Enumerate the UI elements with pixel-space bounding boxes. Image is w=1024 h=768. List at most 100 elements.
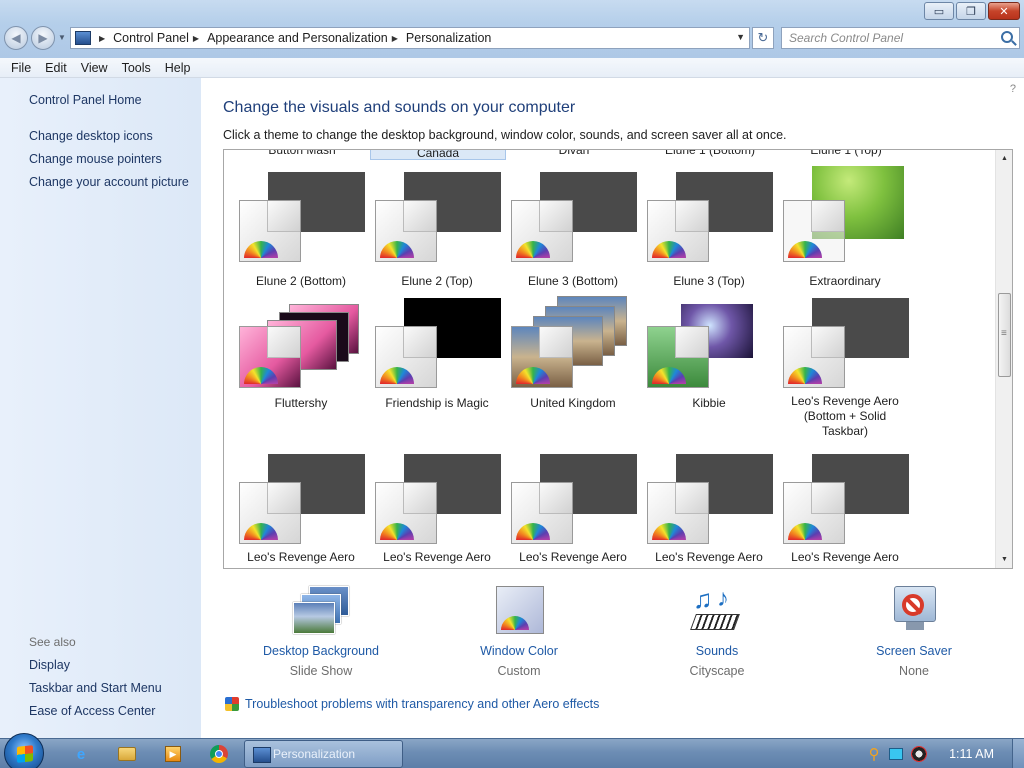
theme-item[interactable]: Leo's Revenge Aero [239, 454, 375, 568]
color-wheel-icon [788, 241, 822, 258]
taskbar-personalization[interactable]: Personalization [244, 740, 403, 768]
change-desktop-icons-link[interactable]: Change desktop icons [29, 129, 153, 143]
chevron-right-icon[interactable]: ▶ [392, 34, 398, 43]
sounds-item[interactable]: ♫ ♪ Sounds Cityscape [652, 586, 782, 679]
breadcrumb-personalization[interactable]: Personalization [406, 31, 491, 45]
theme-item[interactable]: Leo's Revenge Aero [375, 454, 511, 568]
theme-label: Leo's Revenge Aero [655, 550, 763, 564]
theme-item[interactable]: Elune 2 (Bottom) [239, 172, 375, 292]
theme-window-preview [647, 326, 709, 388]
start-button[interactable] [4, 733, 44, 768]
taskbar: e ▶ Personalization ⚲ 1:11 AM [0, 733, 1024, 768]
color-wheel-icon [244, 367, 278, 384]
theme-item[interactable]: Kibbie [647, 296, 783, 416]
color-wheel-icon [244, 241, 278, 258]
theme-list[interactable]: Button Mash Canada Divan Elune 1 (Bottom… [223, 149, 1013, 569]
desktop-background-link[interactable]: Desktop Background [256, 644, 386, 658]
theme-label: Leo's Revenge Aero [519, 550, 627, 564]
ease-of-access-link[interactable]: Ease of Access Center [29, 704, 155, 718]
menu-edit[interactable]: Edit [38, 61, 74, 75]
theme-item[interactable]: Elune 3 (Bottom) [511, 172, 647, 292]
theme-label: Leo's Revenge Aero [247, 550, 355, 564]
window-frame: ▭ ❐ ✕ ◀ ▶ ▼ ▶ Control Panel ▶ Appearance… [0, 0, 1024, 58]
theme-item[interactable]: Elune 2 (Top) [375, 172, 511, 292]
troubleshoot-label[interactable]: Troubleshoot problems with transparency … [245, 697, 599, 711]
color-wheel-icon [501, 616, 529, 630]
theme-item[interactable]: United Kingdom [511, 296, 647, 416]
theme-item[interactable]: Friendship is Magic [375, 298, 511, 418]
desktop-background-item[interactable]: Desktop Background Slide Show [256, 586, 386, 678]
forward-button[interactable]: ▶ [31, 26, 55, 50]
theme-item[interactable]: Leo's Revenge Aero [511, 454, 647, 568]
recent-pages-dropdown-icon[interactable]: ▼ [58, 33, 66, 42]
theme-list-scrollbar[interactable]: ▲ ▼ [995, 150, 1012, 568]
search-input[interactable]: Search Control Panel [781, 27, 1020, 49]
screen-saver-item[interactable]: Screen Saver None [849, 586, 979, 678]
menu-bar: File Edit View Tools Help [0, 58, 1024, 78]
back-button[interactable]: ◀ [4, 26, 28, 50]
desktop-background-icon[interactable] [293, 586, 349, 638]
window-color-item[interactable]: Window Color Custom [454, 586, 584, 678]
window-color-icon[interactable] [491, 586, 547, 638]
color-wheel-icon [516, 523, 550, 540]
folder-icon[interactable] [116, 743, 138, 765]
theme-label[interactable]: Elune 1 (Bottom) [642, 150, 778, 157]
app-tray-icon[interactable] [911, 746, 928, 762]
sounds-value: Cityscape [689, 664, 745, 678]
theme-window-preview [783, 326, 845, 388]
left-pane: Control Panel Home Change desktop icons … [0, 78, 201, 738]
theme-label[interactable]: Elune 1 (Top) [778, 150, 914, 157]
minimize-button[interactable]: ▭ [924, 2, 954, 20]
clock[interactable]: 1:11 AM [949, 747, 994, 761]
theme-item[interactable]: Elune 3 (Top) [647, 172, 783, 292]
theme-item[interactable]: Leo's Revenge Aero (Bottom + Solid Taskb… [783, 298, 919, 438]
sounds-link[interactable]: Sounds [652, 644, 782, 658]
display-link[interactable]: Display [29, 658, 70, 672]
menu-file[interactable]: File [4, 61, 38, 75]
control-panel-home-link[interactable]: Control Panel Home [29, 93, 142, 107]
control-panel-icon [75, 31, 91, 45]
breadcrumb-control-panel[interactable]: Control Panel [113, 31, 189, 45]
theme-label[interactable]: Button Mash [234, 150, 370, 157]
show-desktop-button[interactable] [1012, 739, 1024, 768]
change-account-picture-link[interactable]: Change your account picture [29, 175, 189, 189]
internet-explorer-icon[interactable]: e [70, 743, 92, 765]
address-dropdown-icon[interactable]: ▼ [736, 32, 745, 42]
address-bar[interactable]: ▶ Control Panel ▶ Appearance and Persona… [70, 27, 750, 49]
help-icon[interactable]: ? [1010, 83, 1016, 95]
menu-tools[interactable]: Tools [115, 61, 158, 75]
window-color-link[interactable]: Window Color [454, 644, 584, 658]
scroll-up-icon[interactable]: ▲ [996, 150, 1012, 167]
theme-label: Fluttershy [274, 396, 328, 410]
media-player-icon[interactable]: ▶ [162, 743, 184, 765]
screen-saver-icon[interactable] [886, 586, 942, 638]
sounds-icon[interactable]: ♫ ♪ [689, 586, 745, 638]
chevron-right-icon[interactable]: ▶ [193, 34, 199, 43]
theme-item[interactable]: Extraordinary [783, 166, 919, 288]
close-button[interactable]: ✕ [988, 2, 1020, 20]
menu-view[interactable]: View [74, 61, 115, 75]
menu-help[interactable]: Help [158, 61, 198, 75]
theme-label-selected[interactable]: Canada [370, 150, 506, 160]
maximize-button[interactable]: ❐ [956, 2, 986, 20]
scroll-down-icon[interactable]: ▼ [996, 551, 1012, 568]
theme-item[interactable]: Fluttershy [239, 296, 375, 416]
theme-item[interactable]: Leo's Revenge Aero [647, 454, 783, 568]
theme-label[interactable]: Divan [506, 150, 642, 157]
refresh-icon[interactable]: ↻ [752, 27, 774, 49]
theme-window-preview [783, 482, 845, 544]
theme-item[interactable]: Leo's Revenge Aero [783, 454, 919, 568]
screen-saver-link[interactable]: Screen Saver [849, 644, 979, 658]
breadcrumb-appearance[interactable]: Appearance and Personalization [207, 31, 388, 45]
taskbar-start-menu-link[interactable]: Taskbar and Start Menu [29, 681, 162, 695]
scroll-thumb[interactable] [998, 293, 1011, 377]
chrome-icon[interactable] [208, 743, 230, 765]
troubleshoot-link[interactable]: Troubleshoot problems with transparency … [225, 697, 599, 711]
theme-window-preview [239, 200, 301, 262]
search-icon[interactable] [1001, 31, 1013, 43]
change-mouse-pointers-link[interactable]: Change mouse pointers [29, 152, 162, 166]
network-icon[interactable] [889, 748, 904, 760]
chevron-right-icon[interactable]: ▶ [99, 34, 105, 43]
search-tray-icon[interactable]: ⚲ [865, 745, 883, 763]
theme-window-preview [375, 326, 437, 388]
